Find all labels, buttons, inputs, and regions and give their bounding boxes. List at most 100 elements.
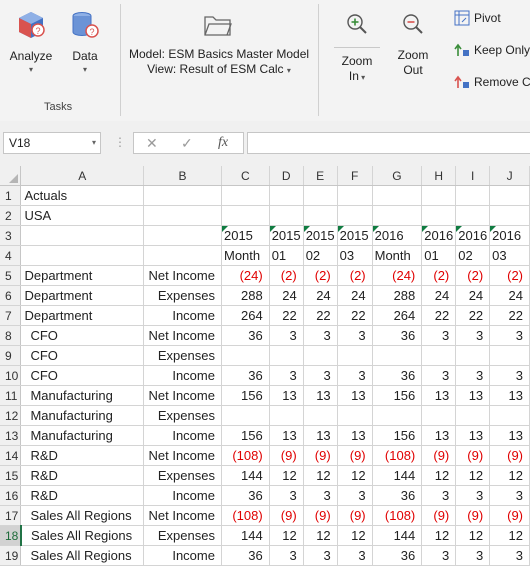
cell-g8[interactable]: 36 (372, 325, 423, 346)
cell-b5[interactable]: Net Income (143, 265, 222, 286)
cell-d10[interactable]: 3 (269, 365, 304, 386)
cell-j12[interactable] (489, 405, 530, 426)
cell-h3[interactable]: 2016 (421, 225, 457, 246)
cell-b9[interactable]: Expenses (143, 345, 222, 366)
row-header[interactable]: 19 (0, 545, 22, 566)
cell-f7[interactable]: 22 (337, 305, 373, 326)
cell-b13[interactable]: Income (143, 425, 222, 446)
column-header-e[interactable]: E (303, 166, 338, 186)
cell-g14[interactable]: (108) (372, 445, 423, 466)
cell-h15[interactable]: 12 (421, 465, 457, 486)
cell-a11[interactable]: Manufacturing (20, 385, 145, 406)
cell-i10[interactable]: 3 (455, 365, 491, 386)
cell-c8[interactable]: 36 (221, 325, 270, 346)
cell-d9[interactable] (269, 345, 304, 366)
cell-c16[interactable]: 36 (221, 485, 270, 506)
cell-j10[interactable]: 3 (489, 365, 530, 386)
cell-h10[interactable]: 3 (421, 365, 457, 386)
zoom-in-label-group[interactable]: Zoom In ▾ (336, 54, 378, 85)
cell-j19[interactable]: 3 (489, 545, 530, 566)
zoom-in-button[interactable] (336, 12, 378, 36)
remove-button[interactable]: Remove C (454, 74, 530, 94)
cell-j15[interactable]: 12 (489, 465, 530, 486)
cell-a16[interactable]: R&D (20, 485, 145, 506)
analyze-button[interactable]: ? Analyze ▾ (6, 10, 56, 76)
cell-e10[interactable]: 3 (303, 365, 338, 386)
cell-c19[interactable]: 36 (221, 545, 270, 566)
cell-j17[interactable]: (9) (489, 505, 530, 526)
row-header[interactable]: 10 (0, 365, 22, 386)
cell-i12[interactable] (455, 405, 491, 426)
cell-b17[interactable]: Net Income (143, 505, 222, 526)
cell-d16[interactable]: 3 (269, 485, 304, 506)
row-header[interactable]: 4 (0, 245, 22, 266)
row-header[interactable]: 6 (0, 285, 22, 306)
cell-h1[interactable] (421, 185, 457, 206)
row-header[interactable]: 18 (0, 525, 22, 546)
cell-e2[interactable] (303, 205, 338, 226)
cell-b8[interactable]: Net Income (143, 325, 222, 346)
keep-only-button[interactable]: Keep Only (454, 42, 530, 62)
row-header[interactable]: 16 (0, 485, 22, 506)
cell-i5[interactable]: (2) (455, 265, 491, 286)
cell-c1[interactable] (221, 185, 270, 206)
cell-j7[interactable]: 22 (489, 305, 530, 326)
cell-a7[interactable]: Department (20, 305, 145, 326)
cell-g15[interactable]: 144 (372, 465, 423, 486)
cell-f1[interactable] (337, 185, 373, 206)
cell-b18[interactable]: Expenses (143, 525, 222, 546)
cell-f8[interactable]: 3 (337, 325, 373, 346)
cell-d5[interactable]: (2) (269, 265, 304, 286)
cell-g10[interactable]: 36 (372, 365, 423, 386)
cell-j9[interactable] (489, 345, 530, 366)
cell-b3[interactable] (143, 225, 222, 246)
cell-h19[interactable]: 3 (421, 545, 457, 566)
cell-g5[interactable]: (24) (372, 265, 423, 286)
cell-f6[interactable]: 24 (337, 285, 373, 306)
column-header-b[interactable]: B (143, 166, 222, 186)
cell-b4[interactable] (143, 245, 222, 266)
cell-f13[interactable]: 13 (337, 425, 373, 446)
cell-h13[interactable]: 13 (421, 425, 457, 446)
cell-f9[interactable] (337, 345, 373, 366)
cell-e4[interactable]: 02 (303, 245, 338, 266)
column-header-i[interactable]: I (455, 166, 491, 186)
cell-h18[interactable]: 12 (421, 525, 457, 546)
cell-e1[interactable] (303, 185, 338, 206)
cell-b14[interactable]: Net Income (143, 445, 222, 466)
cell-c7[interactable]: 264 (221, 305, 270, 326)
fx-icon[interactable]: fx (218, 135, 228, 151)
cell-h14[interactable]: (9) (421, 445, 457, 466)
cell-g17[interactable]: (108) (372, 505, 423, 526)
cell-i9[interactable] (455, 345, 491, 366)
column-header-f[interactable]: F (337, 166, 373, 186)
cell-e19[interactable]: 3 (303, 545, 338, 566)
cell-d14[interactable]: (9) (269, 445, 304, 466)
cell-g3[interactable]: 2016 (372, 225, 423, 246)
cell-b7[interactable]: Income (143, 305, 222, 326)
column-header-a[interactable]: A (20, 166, 145, 186)
cell-i6[interactable]: 24 (455, 285, 491, 306)
cell-g16[interactable]: 36 (372, 485, 423, 506)
cell-j1[interactable] (489, 185, 530, 206)
cell-f15[interactable]: 12 (337, 465, 373, 486)
cell-a17[interactable]: Sales All Regions (20, 505, 145, 526)
cell-c15[interactable]: 144 (221, 465, 270, 486)
column-header-g[interactable]: G (372, 166, 423, 186)
cell-f19[interactable]: 3 (337, 545, 373, 566)
cell-b16[interactable]: Income (143, 485, 222, 506)
cell-i18[interactable]: 12 (455, 525, 491, 546)
cell-f18[interactable]: 12 (337, 525, 373, 546)
cell-j6[interactable]: 24 (489, 285, 530, 306)
cell-i16[interactable]: 3 (455, 485, 491, 506)
cell-i7[interactable]: 22 (455, 305, 491, 326)
name-box[interactable]: V18 ▾ (3, 132, 101, 154)
cell-a10[interactable]: CFO (20, 365, 145, 386)
cell-d4[interactable]: 01 (269, 245, 304, 266)
cell-a14[interactable]: R&D (20, 445, 145, 466)
cell-i13[interactable]: 13 (455, 425, 491, 446)
cell-c18[interactable]: 144 (221, 525, 270, 546)
cell-b12[interactable]: Expenses (143, 405, 222, 426)
cell-e6[interactable]: 24 (303, 285, 338, 306)
pivot-button[interactable]: Pivot (454, 10, 501, 30)
